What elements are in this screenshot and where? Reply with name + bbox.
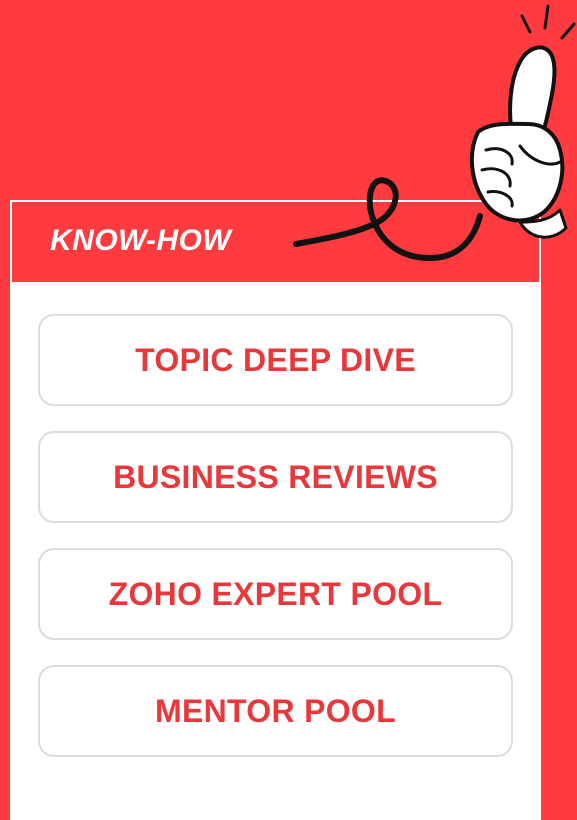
know-how-list: TOPIC DEEP DIVE BUSINESS REVIEWS ZOHO EX… (38, 314, 513, 782)
business-reviews-button[interactable]: BUSINESS REVIEWS (38, 431, 513, 523)
panel-header: KNOW-HOW (12, 202, 539, 284)
panel-title: KNOW-HOW (50, 224, 232, 257)
item-label: TOPIC DEEP DIVE (135, 341, 416, 378)
know-how-panel: KNOW-HOW TOPIC DEEP DIVE BUSINESS REVIEW… (10, 200, 541, 820)
zoho-expert-pool-button[interactable]: ZOHO EXPERT POOL (38, 548, 513, 640)
item-label: ZOHO EXPERT POOL (108, 575, 443, 612)
item-label: MENTOR POOL (155, 692, 396, 729)
topic-deep-dive-button[interactable]: TOPIC DEEP DIVE (38, 314, 513, 406)
item-label: BUSINESS REVIEWS (113, 458, 438, 495)
mentor-pool-button[interactable]: MENTOR POOL (38, 665, 513, 757)
